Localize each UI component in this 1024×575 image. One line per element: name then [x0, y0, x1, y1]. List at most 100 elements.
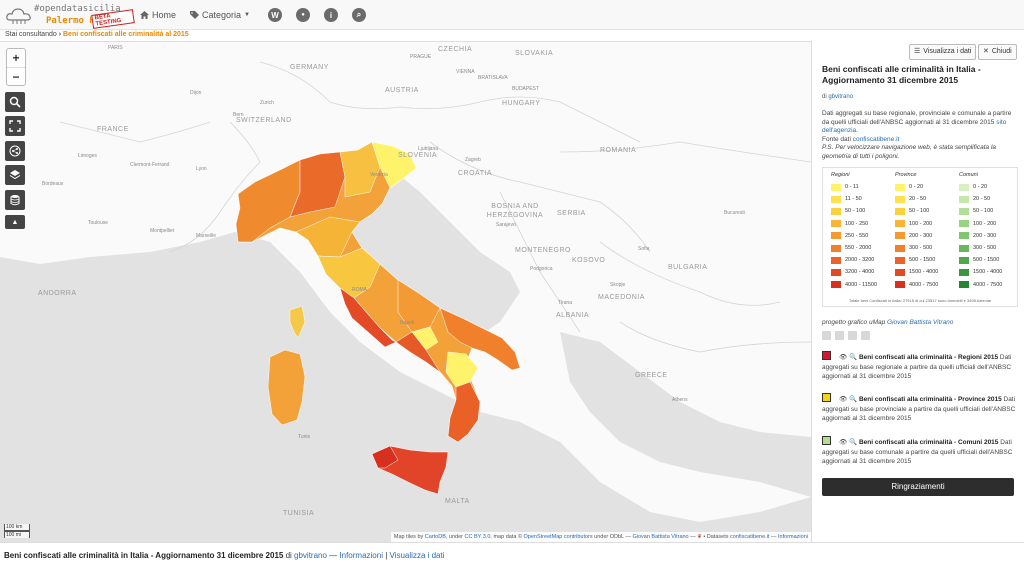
legend-label: 200 - 300: [909, 232, 933, 239]
city-label: Skopje: [610, 282, 626, 288]
twitter-icon[interactable]: [835, 331, 844, 340]
legend-label: 4000 - 11500: [845, 281, 878, 288]
layer-name: Beni confiscati alla criminalità - Provi…: [858, 396, 1002, 403]
legend-row: 100 - 200: [889, 218, 949, 230]
layer-item[interactable]: 👁 🔍 Beni confiscati alla criminalità - R…: [822, 351, 1018, 382]
facebook-icon[interactable]: [861, 331, 870, 340]
settings-icon[interactable]: ●: [296, 8, 310, 22]
thanks-button[interactable]: Ringraziamenti: [822, 478, 1014, 496]
datasets-link[interactable]: confiscatibene.it: [730, 534, 769, 540]
layers-icon: [9, 170, 21, 180]
legend-label: 20 - 50: [909, 196, 927, 203]
legend-row: 550 - 2000: [825, 242, 885, 254]
attribution-text: , under: [445, 534, 465, 540]
city-label: BUDAPEST: [512, 86, 539, 92]
share-icon[interactable]: [822, 331, 831, 340]
info-icon[interactable]: i: [324, 8, 338, 22]
wikipedia-icon[interactable]: W: [268, 8, 282, 22]
legend-row: 50 - 100: [953, 205, 1013, 217]
eye-icon[interactable]: 👁: [839, 396, 847, 403]
legend-swatch: [959, 232, 969, 240]
legend-swatch: [959, 207, 969, 215]
country-label: ALBANIA: [556, 312, 590, 319]
country-label: SLOVAKIA: [515, 50, 554, 57]
breadcrumb-current[interactable]: Beni confiscati alle criminalità al 2015: [63, 31, 189, 38]
footer-info-link[interactable]: Informazioni: [339, 551, 383, 560]
info-link[interactable]: Informazioni: [778, 534, 808, 540]
layer-item[interactable]: 👁 🔍 Beni confiscati alla criminalità - P…: [822, 393, 1018, 424]
author-link[interactable]: Giovan Battista Vitrano: [632, 534, 688, 540]
zoom-icon[interactable]: 🔍: [849, 439, 857, 446]
zoom-icon[interactable]: 🔍: [849, 396, 857, 403]
legend-row: 100 - 200: [953, 218, 1013, 230]
ccby-link[interactable]: CC BY 3.0: [465, 534, 491, 540]
cloud-logo-icon: [6, 8, 31, 24]
legend-label: 50 - 100: [845, 208, 866, 215]
city-label: Tunis: [298, 434, 311, 440]
legend-row: 4000 - 11500: [825, 279, 885, 291]
legend-row: 100 - 250: [825, 218, 885, 230]
city-label: Bern: [233, 112, 244, 118]
country-label: HUNGARY: [502, 100, 541, 107]
map-scale: 100 km 100 mi: [4, 524, 30, 538]
zoom-icon[interactable]: 🔍: [849, 354, 857, 361]
osm-link[interactable]: OpenStreetMap contributors: [524, 534, 593, 540]
project-credit: progetto grafico uMap Giovan Battista Vi…: [822, 319, 953, 326]
legend-label: 300 - 500: [973, 245, 997, 252]
author-link[interactable]: gbvitrano: [828, 94, 853, 100]
city-label: Podgorica: [530, 266, 553, 272]
legend-swatch: [895, 281, 905, 289]
legend-row: 250 - 550: [825, 230, 885, 242]
source-link[interactable]: confiscatibene.it: [853, 136, 900, 143]
legend-note: Totale beni Confiscati in Italia: 27915 …: [848, 298, 992, 303]
eye-icon[interactable]: 👁: [839, 439, 847, 446]
nav-home[interactable]: Home: [140, 10, 176, 20]
fullscreen-button[interactable]: [5, 116, 25, 136]
layer-name: Beni confiscati alla criminalità - Comun…: [858, 439, 999, 446]
search-icon[interactable]: ⌕: [352, 8, 366, 22]
main-nav: Home Categoria ▼ W ● i ⌕: [140, 0, 380, 30]
view-data-button[interactable]: ☰ Visualizza i dati: [909, 44, 977, 60]
tag-icon: [190, 11, 200, 19]
legend-row: 300 - 500: [889, 242, 949, 254]
eye-icon[interactable]: 👁: [839, 354, 847, 361]
legend-swatch: [895, 183, 905, 191]
layers-button[interactable]: [5, 165, 25, 185]
legend-row: 11 - 50: [825, 193, 885, 205]
nav-categoria[interactable]: Categoria ▼: [190, 10, 250, 20]
city-label: ROMA: [352, 287, 367, 293]
map-search-button[interactable]: [5, 92, 25, 112]
zoom-in-button[interactable]: +: [7, 49, 25, 67]
project-author-link[interactable]: Giovan Battista Vitrano: [887, 319, 953, 326]
legend-row: 0 - 20: [953, 181, 1013, 193]
close-button[interactable]: ✕ Chiudi: [978, 44, 1017, 60]
legend-label: 11 - 50: [845, 196, 862, 203]
country-label: AUSTRIA: [385, 87, 419, 94]
share-button[interactable]: [5, 141, 25, 161]
country-label: GREECE: [635, 372, 668, 379]
footer-bar: Beni confiscati alle criminalità in Ital…: [0, 542, 1024, 575]
attribution-text: —: [769, 534, 779, 540]
breadcrumb: Stai consultando › Beni confiscati alle …: [0, 30, 1024, 41]
cartodb-link[interactable]: CartoDB: [425, 534, 446, 540]
footer-view-data-link[interactable]: Visualizza i dati: [390, 551, 445, 560]
source-prefix: Fonte dati: [822, 135, 853, 143]
brand-logo[interactable]: #opendatasicilia Palermo Hub BETA TESTIN…: [6, 2, 135, 29]
legend-label: 4000 - 7500: [909, 281, 939, 288]
toggle-panel-button[interactable]: ▲: [5, 215, 25, 229]
layer-item[interactable]: 👁 🔍 Beni confiscati alla criminalità - C…: [822, 436, 1018, 467]
map-view[interactable]: + − ▲ GERMANY CZECHIA SLOVAKIA AUSTRIA H…: [0, 41, 811, 542]
link-icon[interactable]: [848, 331, 857, 340]
legend-row: 200 - 300: [953, 230, 1013, 242]
footer-text: di: [283, 551, 295, 560]
data-browser-button[interactable]: [5, 190, 25, 210]
legend-row: 1500 - 4000: [953, 266, 1013, 278]
footer-author-link[interactable]: gbvitrano: [294, 551, 327, 560]
legend-row: 500 - 1500: [889, 254, 949, 266]
attribution-text: under ODbL —: [592, 534, 633, 540]
triangle-up-icon: ▲: [11, 218, 19, 226]
close-label: Chiudi: [991, 48, 1012, 55]
legend-label: 1500 - 4000: [973, 269, 1003, 276]
nav-home-label: Home: [152, 10, 177, 20]
zoom-out-button[interactable]: −: [7, 67, 25, 85]
